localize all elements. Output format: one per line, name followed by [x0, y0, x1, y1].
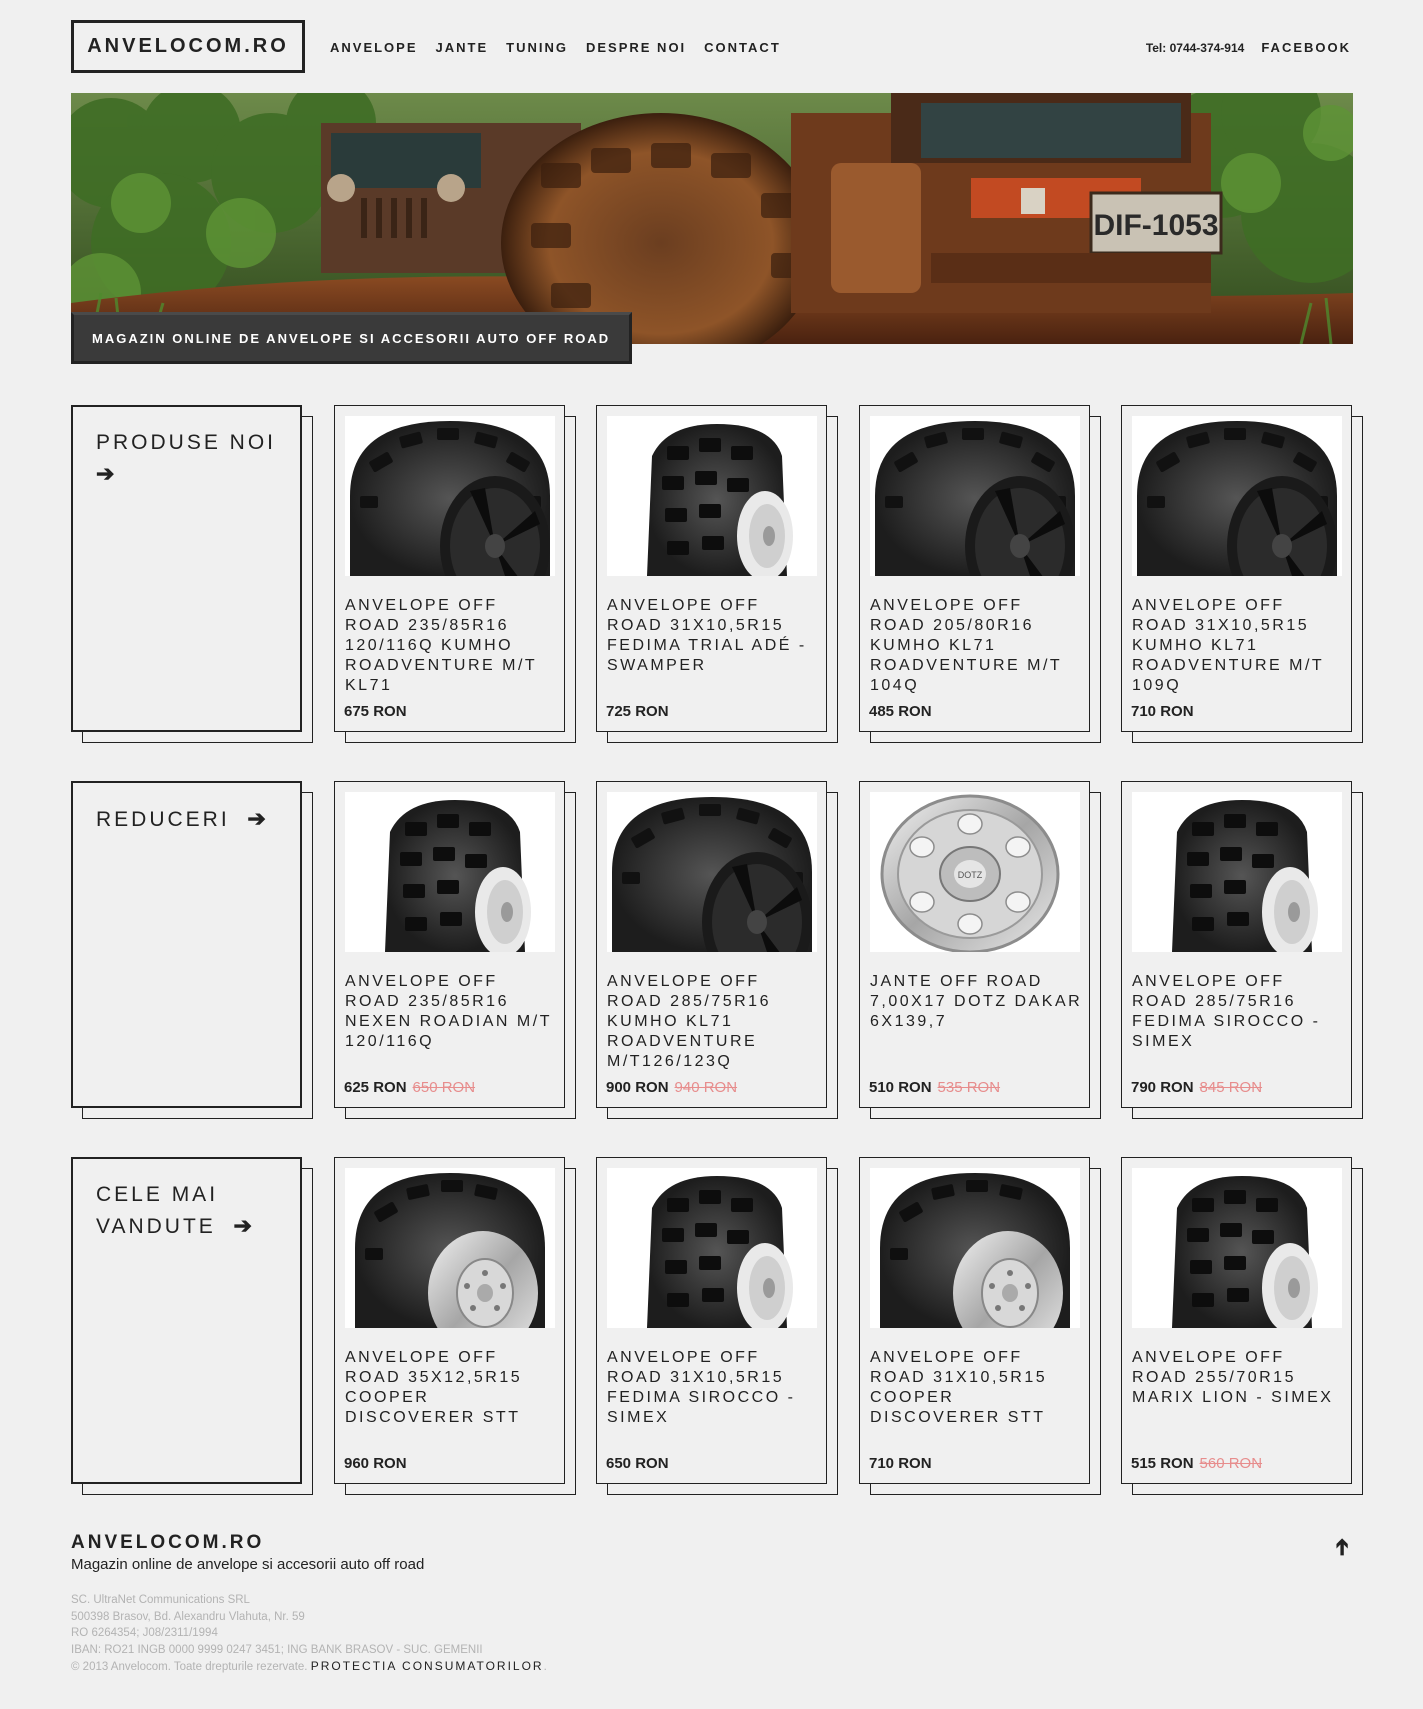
footer-company: SC. UltraNet Communications SRL: [71, 1594, 250, 1606]
arrow-right-icon: ➔: [233, 1213, 255, 1238]
product-price: 790 RON 845 RON: [1131, 1079, 1263, 1096]
old-price: 560 RON: [1199, 1455, 1263, 1472]
tire-rim-icon[interactable]: [870, 416, 1080, 576]
product-card[interactable]: ANVELOPE OFF ROAD 31X10,5R15 KUMHO KL71 …: [1121, 405, 1363, 743]
tire-rim-icon[interactable]: [870, 1168, 1080, 1328]
product-name[interactable]: ANVELOPE OFF ROAD 205/80R16 KUMHO KL71 R…: [870, 596, 1085, 696]
main-nav: ANVELOPE JANTE TUNING DESPRE NOI CONTACT: [330, 40, 781, 55]
product-card[interactable]: ANVELOPE OFF ROAD 255/70R15 MARIX LION -…: [1121, 1157, 1363, 1495]
product-price: 710 RON: [869, 1455, 932, 1472]
product-price: 650 RON: [606, 1455, 669, 1472]
category-title: CELE MAI VANDUTE ➔: [96, 1183, 255, 1238]
nav-contact[interactable]: CONTACT: [704, 40, 781, 55]
category-card-reduceri[interactable]: REDUCERI ➔: [71, 781, 313, 1119]
tire-tall-icon[interactable]: [607, 1168, 817, 1328]
product-name[interactable]: ANVELOPE OFF ROAD 31X10,5R15 KUMHO KL71 …: [1132, 596, 1347, 696]
section-produse-noi: PRODUSE NOI ➔ ANVELOPE OFF ROAD 235/85R1…: [71, 405, 1371, 745]
product-price: 515 RON 560 RON: [1131, 1455, 1263, 1472]
product-card[interactable]: ANVELOPE OFF ROAD 285/75R16 KUMHO KL71 R…: [596, 781, 838, 1119]
tire-rim-icon[interactable]: [345, 416, 555, 576]
old-price: 940 RON: [674, 1079, 738, 1096]
product-price: 625 RON 650 RON: [344, 1079, 476, 1096]
product-price: 485 RON: [869, 703, 932, 720]
product-price: 960 RON: [344, 1455, 407, 1472]
site-logo[interactable]: ANVELOCOM.RO: [71, 20, 305, 73]
hero-caption-text: MAGAZIN ONLINE DE ANVELOPE SI ACCESORII …: [92, 330, 611, 346]
phone-number: Tel: 0744-374-914: [1145, 41, 1245, 55]
footer-address: 500398 Brasov, Bd. Alexandru Vlahuta, Nr…: [71, 1610, 305, 1623]
product-name[interactable]: ANVELOPE OFF ROAD 31X10,5R15 COOPER DISC…: [870, 1348, 1085, 1428]
tire-rim-icon[interactable]: [1132, 416, 1342, 576]
product-price: 725 RON: [606, 703, 669, 720]
old-price: 845 RON: [1199, 1079, 1263, 1096]
product-name[interactable]: ANVELOPE OFF ROAD 285/75R16 FEDIMA SIROC…: [1132, 972, 1347, 1052]
old-price: 650 RON: [412, 1079, 476, 1096]
footer-iban: IBAN: RO21 INGB 0000 9999 0247 3451; ING…: [71, 1643, 483, 1656]
product-name[interactable]: ANVELOPE OFF ROAD 31X10,5R15 FEDIMA TRIA…: [607, 596, 822, 676]
footer-brand: ANVELOCOM.RO: [71, 1532, 265, 1553]
product-price: 900 RON 940 RON: [606, 1079, 738, 1096]
product-card[interactable]: ANVELOPE OFF ROAD 205/80R16 KUMHO KL71 R…: [859, 405, 1101, 743]
product-price: 510 RON 535 RON: [869, 1079, 1001, 1096]
product-name[interactable]: ANVELOPE OFF ROAD 285/75R16 KUMHO KL71 R…: [607, 972, 822, 1072]
category-title: PRODUSE NOI ➔: [96, 431, 277, 486]
product-card[interactable]: ANVELOPE OFF ROAD 31X10,5R15 COOPER DISC…: [859, 1157, 1101, 1495]
footer-tagline: Magazin online de anvelope si accesorii …: [71, 1556, 425, 1573]
category-card-produse-noi[interactable]: PRODUSE NOI ➔: [71, 405, 313, 743]
tire-tall-icon[interactable]: [345, 792, 555, 952]
facebook-link[interactable]: FACEBOOK: [1261, 40, 1351, 55]
logo-text: ANVELOCOM.RO: [87, 35, 289, 57]
nav-tuning[interactable]: TUNING: [506, 40, 568, 55]
product-card[interactable]: ANVELOPE OFF ROAD 235/85R16 120/116Q KUM…: [334, 405, 576, 743]
product-card[interactable]: ANVELOPE OFF ROAD 285/75R16 FEDIMA SIROC…: [1121, 781, 1363, 1119]
nav-despre-noi[interactable]: DESPRE NOI: [586, 40, 686, 55]
tire-rim-icon[interactable]: [345, 1168, 555, 1328]
product-name[interactable]: ANVELOPE OFF ROAD 235/85R16 NEXEN ROADIA…: [345, 972, 560, 1052]
hero-offroad-image: DIF-1053: [71, 93, 1353, 344]
product-card[interactable]: ANVELOPE OFF ROAD 31X10,5R15 FEDIMA SIRO…: [596, 1157, 838, 1495]
nav-jante[interactable]: JANTE: [436, 40, 489, 55]
hero-caption: MAGAZIN ONLINE DE ANVELOPE SI ACCESORII …: [71, 312, 632, 364]
product-name[interactable]: ANVELOPE OFF ROAD 35X12,5R15 COOPER DISC…: [345, 1348, 560, 1428]
product-name[interactable]: ANVELOPE OFF ROAD 255/70R15 MARIX LION -…: [1132, 1348, 1347, 1408]
product-card[interactable]: ANVELOPE OFF ROAD 235/85R16 NEXEN ROADIA…: [334, 781, 576, 1119]
old-price: 535 RON: [937, 1079, 1001, 1096]
section-reduceri: REDUCERI ➔ ANVELOPE OFF ROAD 235/85R16 N…: [71, 781, 1371, 1121]
nav-anvelope[interactable]: ANVELOPE: [330, 40, 418, 55]
arrow-right-icon: ➔: [247, 806, 269, 831]
footer-registration: RO 6264354; J08/2311/1994: [71, 1627, 218, 1639]
footer-company-info: SC. UltraNet Communications SRL 500398 B…: [71, 1594, 547, 1673]
section-cele-mai-vandute: CELE MAI VANDUTE ➔ ANVELOPE OFF ROAD 35X…: [71, 1157, 1371, 1497]
header-right: Tel: 0744-374-914 FACEBOOK: [1146, 40, 1351, 55]
license-plate: DIF-1053: [1093, 209, 1218, 242]
product-name[interactable]: ANVELOPE OFF ROAD 235/85R16 120/116Q KUM…: [345, 596, 560, 696]
product-name[interactable]: ANVELOPE OFF ROAD 31X10,5R15 FEDIMA SIRO…: [607, 1348, 822, 1428]
back-to-top-arrow-icon[interactable]: ➔: [1329, 1538, 1355, 1556]
tire-tall-icon[interactable]: [607, 416, 817, 576]
product-card[interactable]: ANVELOPE OFF ROAD 35X12,5R15 COOPER DISC…: [334, 1157, 576, 1495]
tire-tall-icon[interactable]: [1132, 1168, 1342, 1328]
product-name[interactable]: JANTE OFF ROAD 7,00X17 DOTZ DAKAR 6X139,…: [870, 972, 1085, 1032]
tire-tall-icon[interactable]: [1132, 792, 1342, 952]
product-card[interactable]: JANTE OFF ROAD 7,00X17 DOTZ DAKAR 6X139,…: [859, 781, 1101, 1119]
category-card-cele-mai-vandute[interactable]: CELE MAI VANDUTE ➔: [71, 1157, 313, 1495]
footer-copyright: © 2013 Anvelocom. Toate drepturile rezer…: [71, 1661, 308, 1673]
product-card[interactable]: ANVELOPE OFF ROAD 31X10,5R15 FEDIMA TRIA…: [596, 405, 838, 743]
consumer-protection-link[interactable]: PROTECTIA CONSUMATORILOR: [311, 1659, 544, 1673]
category-title: REDUCERI ➔: [96, 806, 269, 831]
hero-banner: DIF-1053: [71, 93, 1353, 344]
product-price: 675 RON: [344, 703, 407, 720]
arrow-right-icon: ➔: [96, 461, 118, 486]
wheel-rim-icon[interactable]: [870, 792, 1080, 952]
product-price: 710 RON: [1131, 703, 1194, 720]
tire-rim-icon[interactable]: [607, 792, 817, 952]
